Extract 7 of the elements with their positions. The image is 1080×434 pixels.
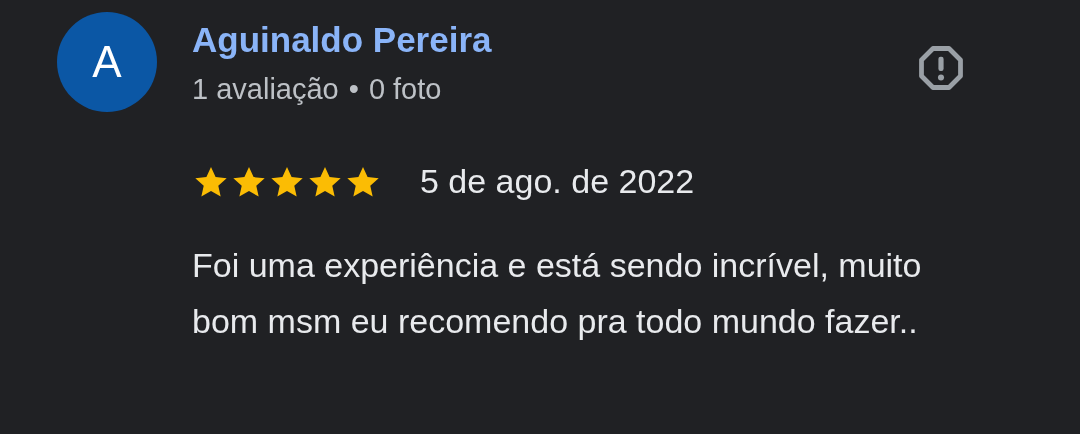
- review-count: 1 avaliação: [192, 72, 339, 107]
- avatar[interactable]: A: [57, 12, 157, 112]
- photo-count: 0 foto: [368, 72, 442, 107]
- review-date: 5 de ago. de 2022: [420, 162, 695, 201]
- author-name[interactable]: Aguinaldo Pereira: [192, 19, 872, 61]
- separator-dot: •: [348, 72, 359, 107]
- review-text: Foi uma experiência e está sendo incrível, muito bom msm eu recomendo pra todo mundo fazer..: [192, 245, 923, 342]
